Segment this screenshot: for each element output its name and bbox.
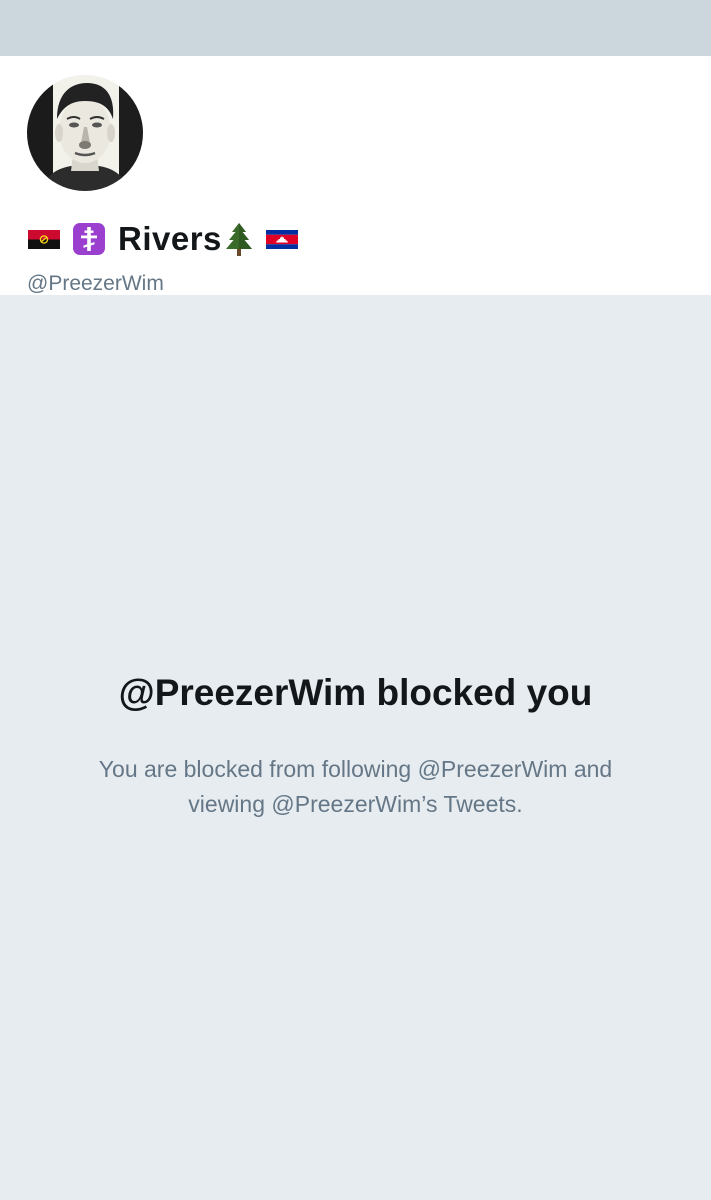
avatar-image [27, 75, 143, 191]
display-name-group: Rivers [118, 219, 254, 259]
portrait-sketch-icon [27, 75, 143, 191]
profile-handle: @PreezerWim [27, 272, 164, 295]
avatar[interactable] [22, 70, 148, 196]
cambodia-flag-icon [265, 229, 298, 249]
profile-header: Rivers @PreezerWim [0, 56, 711, 295]
orthodox-cross-icon [73, 223, 105, 255]
evergreen-tree-icon [225, 223, 252, 256]
blocked-title: @PreezerWim blocked you [118, 672, 593, 713]
display-name: Rivers [118, 220, 222, 257]
angola-flag-icon [28, 229, 60, 249]
profile-name-row: Rivers [28, 219, 298, 259]
blocked-message: You are blocked from following @PreezerW… [98, 756, 613, 817]
profile-banner[interactable] [0, 0, 711, 56]
